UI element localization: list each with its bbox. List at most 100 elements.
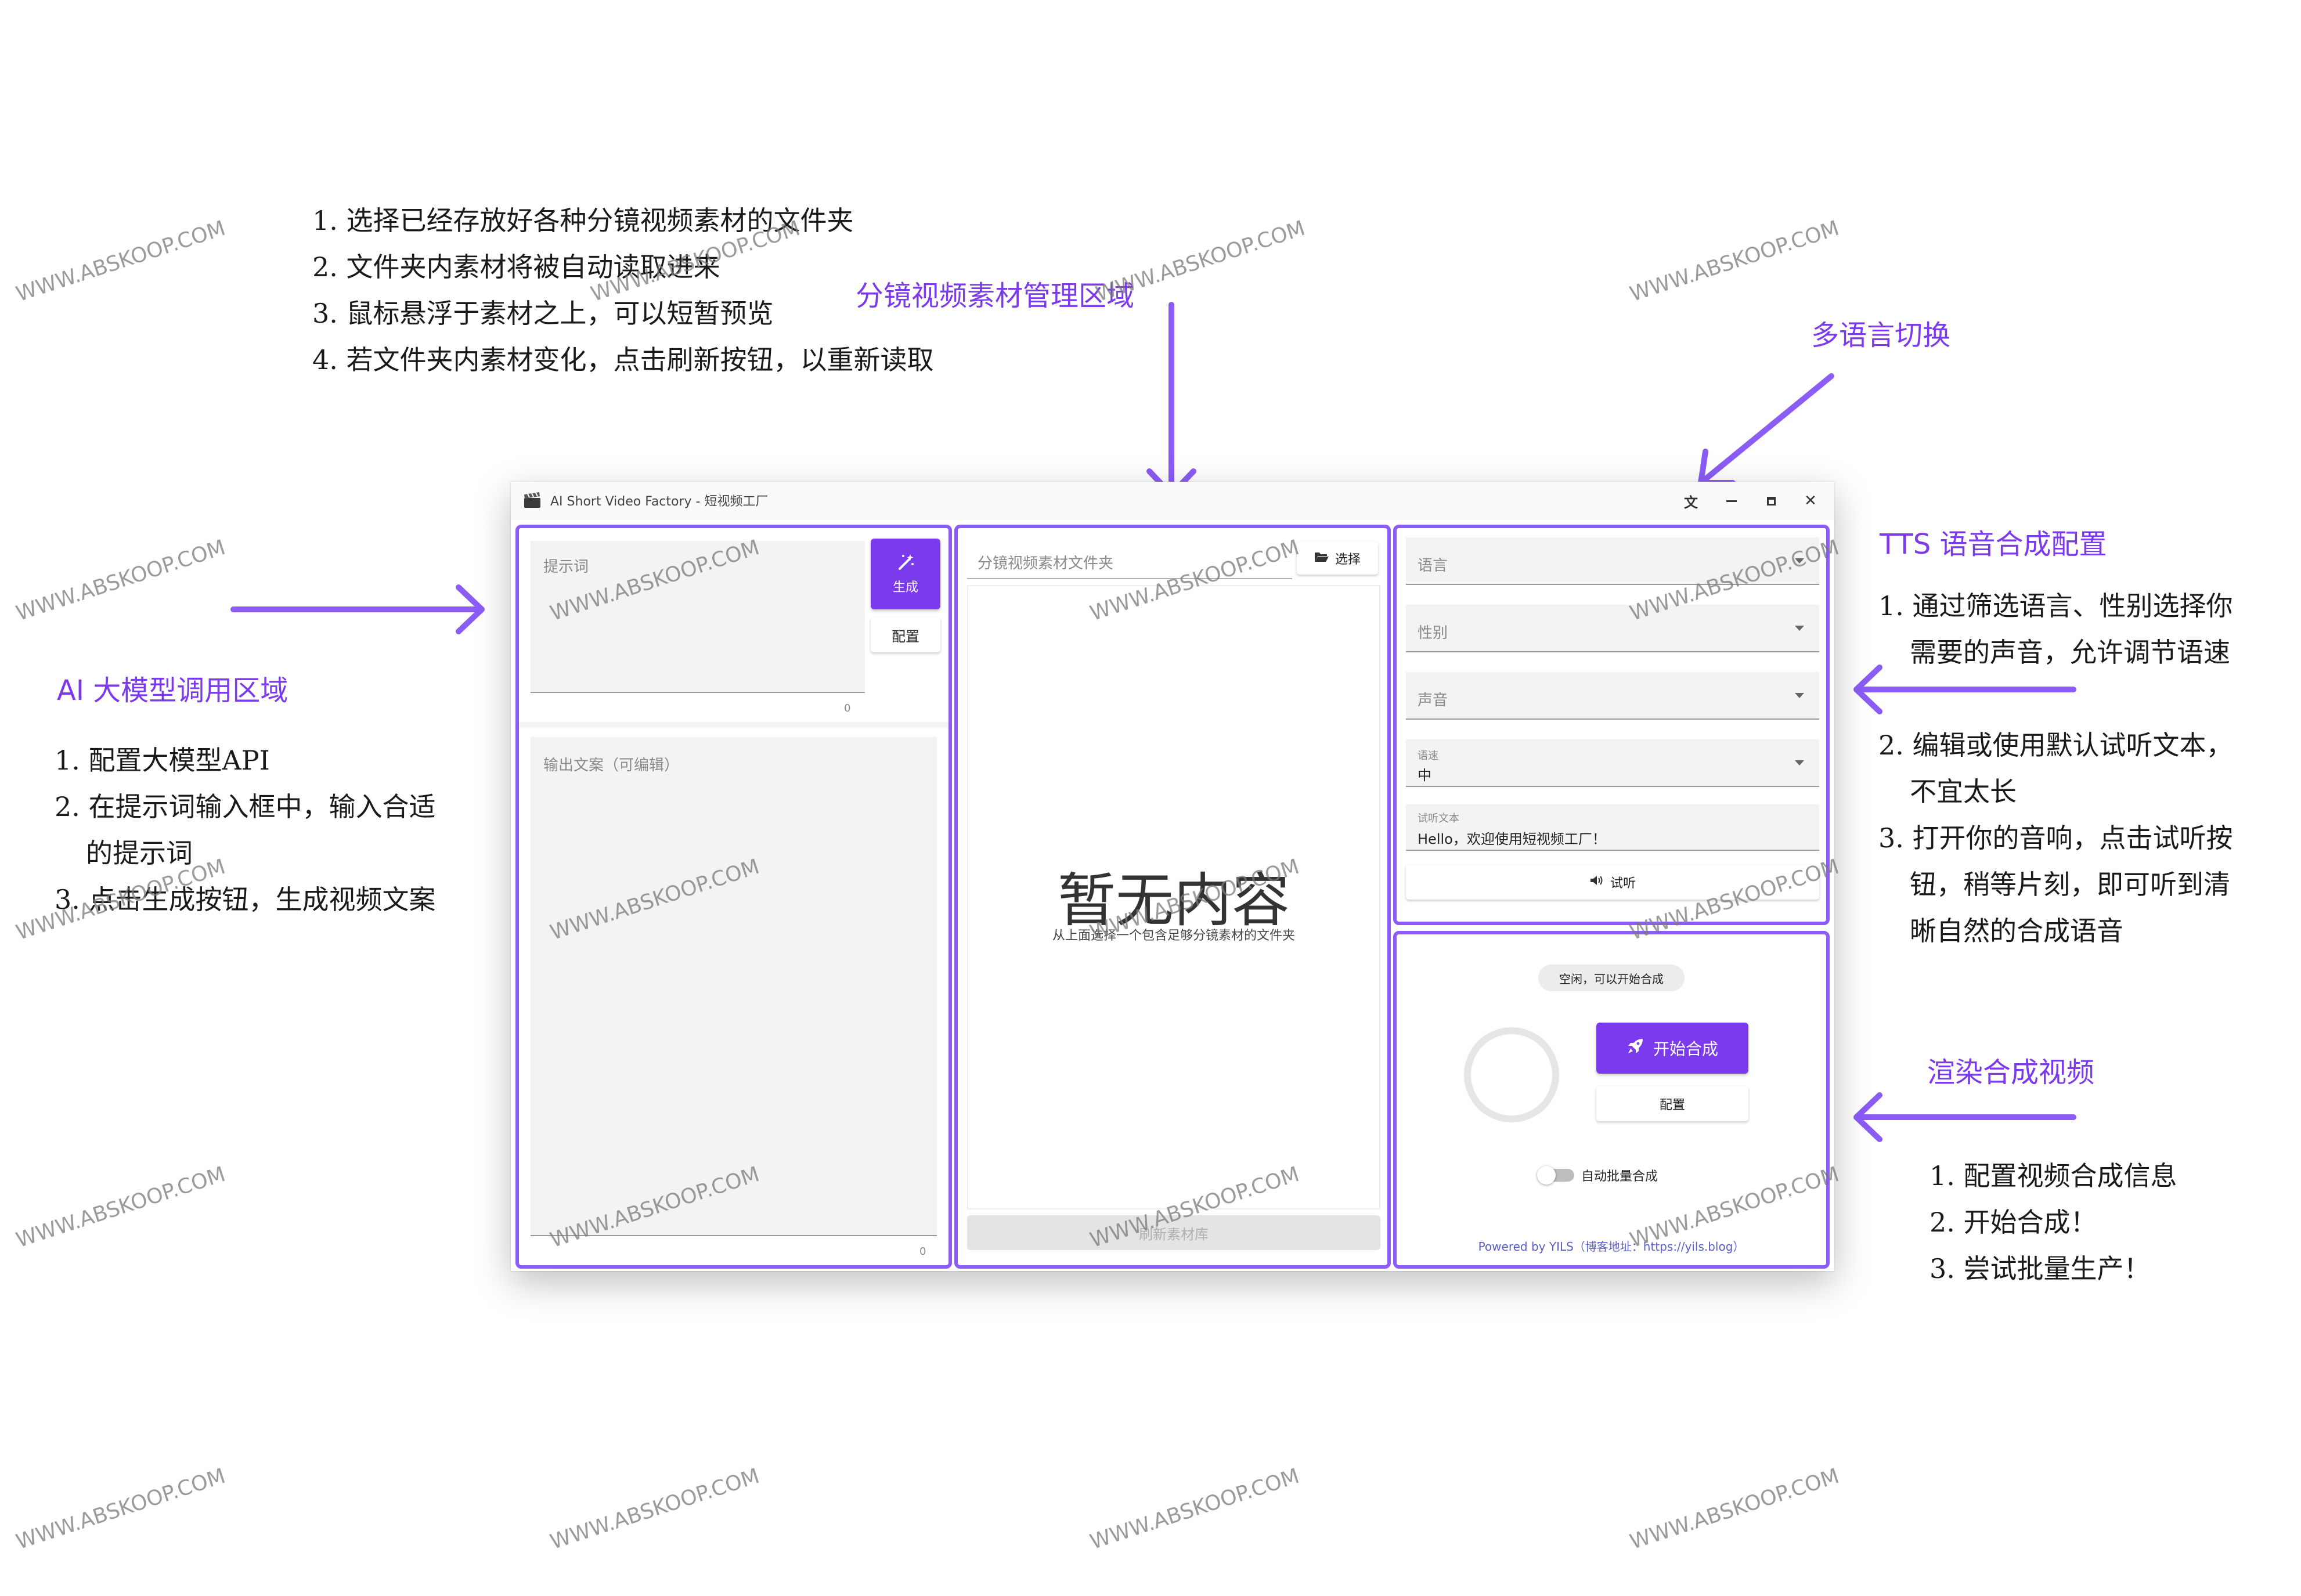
generate-label: 生成 bbox=[892, 580, 918, 595]
llm-note-3: 3. 点击生成按钮，生成视频文案 bbox=[55, 884, 436, 915]
materials-notes: 1. 选择已经存放好各种分镜视频素材的文件夹 2. 文件夹内素材将被自动读取进来… bbox=[312, 197, 934, 383]
close-icon: ✕ bbox=[1804, 492, 1817, 510]
rocket-icon bbox=[1626, 1038, 1644, 1059]
voice-select[interactable]: 声音 bbox=[1406, 672, 1819, 720]
render-note-3: 3. 尝试批量生产！ bbox=[1929, 1253, 2151, 1284]
materials-note-2: 2. 文件夹内素材将被自动读取进来 bbox=[312, 251, 720, 283]
refresh-button[interactable]: 刷新素材库 bbox=[967, 1215, 1380, 1250]
language-switch-title: 多语言切换 bbox=[1811, 319, 1951, 352]
render-note-2: 2. 开始合成！ bbox=[1929, 1207, 2097, 1238]
tts-notes: 1. 通过筛选语言、性别选择你 需要的声音，允许调节语速 2. 编辑或使用默认试… bbox=[1878, 583, 2233, 954]
materials-note-3: 3. 鼠标悬浮于素材之上，可以短暂预览 bbox=[312, 298, 774, 329]
output-textarea[interactable]: 输出文案（可编辑） bbox=[531, 737, 937, 1236]
minimize-icon bbox=[1726, 500, 1737, 502]
chevron-down-icon bbox=[1795, 626, 1804, 631]
tts-note-2: 2. 编辑或使用默认试听文本， bbox=[1878, 730, 2233, 761]
toggle-switch[interactable] bbox=[1537, 1166, 1574, 1185]
tts-note-3: 3. 打开你的音响，点击试听按 bbox=[1878, 822, 2233, 854]
llm-arrow bbox=[230, 584, 485, 634]
close-button[interactable]: ✕ bbox=[1797, 488, 1824, 514]
llm-config-button[interactable]: 配置 bbox=[871, 618, 940, 652]
prompt-input[interactable]: 提示词 bbox=[531, 541, 865, 693]
output-label: 输出文案（可编辑） bbox=[543, 757, 680, 774]
watermark-text: WWW.ABSKOOP.COM bbox=[1626, 216, 1842, 307]
auto-batch-label: 自动批量合成 bbox=[1581, 1169, 1658, 1184]
language-label: 语言 bbox=[1418, 557, 1448, 575]
watermark-text: WWW.ABSKOOP.COM bbox=[13, 1162, 229, 1253]
speaker-icon bbox=[1589, 875, 1603, 890]
render-config-button[interactable]: 配置 bbox=[1596, 1086, 1748, 1121]
llm-notes: 1. 配置大模型API 2. 在提示词输入框中，输入合适 的提示词 3. 点击生… bbox=[55, 737, 436, 923]
materials-area-title: 分镜视频素材管理区域 bbox=[856, 280, 1135, 312]
empty-subtitle: 从上面选择一个包含足够分镜素材的文件夹 bbox=[1052, 929, 1295, 943]
tts-note-3b: 钮，稍等片刻，即可听到清 bbox=[1910, 869, 2230, 900]
preview-button[interactable]: 试听 bbox=[1406, 865, 1819, 900]
materials-note-4: 4. 若文件夹内素材变化，点击刷新按钮，以重新读取 bbox=[312, 344, 934, 375]
clapperboard-icon bbox=[524, 492, 541, 508]
speed-value: 中 bbox=[1418, 767, 1431, 783]
llm-divider bbox=[519, 722, 948, 728]
render-arrow bbox=[1853, 1092, 2076, 1142]
title-bar: AI Short Video Factory - 短视频工厂 文 ✕ bbox=[511, 482, 1834, 520]
status-text: 空闲，可以开始合成 bbox=[1559, 972, 1664, 986]
folder-open-icon bbox=[1314, 551, 1329, 566]
chevron-down-icon bbox=[1795, 558, 1804, 564]
llm-panel: 提示词 0 生成 配置 输出文案（可编辑） 0 bbox=[515, 525, 952, 1269]
status-badge: 空闲，可以开始合成 bbox=[1538, 965, 1685, 991]
watermark-text: WWW.ABSKOOP.COM bbox=[1626, 1464, 1842, 1555]
llm-note-2: 2. 在提示词输入框中，输入合适 bbox=[55, 791, 436, 822]
speed-label: 语速 bbox=[1418, 750, 1438, 762]
voice-label: 声音 bbox=[1418, 692, 1448, 709]
folder-placeholder: 分镜视频素材文件夹 bbox=[978, 555, 1114, 572]
minimize-button[interactable] bbox=[1718, 488, 1745, 514]
toggle-knob bbox=[1537, 1166, 1556, 1185]
render-notes: 1. 配置视频合成信息 2. 开始合成！ 3. 尝试批量生产！ bbox=[1929, 1153, 2177, 1292]
gender-select[interactable]: 性别 bbox=[1406, 605, 1819, 652]
preview-text-value: Hello，欢迎使用短视频工厂！ bbox=[1418, 831, 1606, 847]
watermark-text: WWW.ABSKOOP.COM bbox=[13, 216, 229, 307]
watermark-text: WWW.ABSKOOP.COM bbox=[13, 535, 229, 626]
folder-input[interactable]: 分镜视频素材文件夹 bbox=[967, 539, 1292, 579]
prompt-counter: 0 bbox=[844, 702, 851, 714]
chevron-down-icon bbox=[1795, 693, 1804, 698]
start-render-button[interactable]: 开始合成 bbox=[1596, 1023, 1748, 1074]
llm-note-2b: 的提示词 bbox=[86, 837, 193, 869]
tts-note-2b: 不宜太长 bbox=[1910, 776, 2017, 807]
tts-note-3c: 晰自然的合成语音 bbox=[1910, 915, 2123, 947]
materials-arrow bbox=[1146, 302, 1196, 497]
watermark-text: WWW.ABSKOOP.COM bbox=[13, 1464, 229, 1555]
tts-area-title: TTS 语音合成配置 bbox=[1880, 528, 2107, 561]
auto-batch-toggle[interactable]: 自动批量合成 bbox=[1537, 1165, 1658, 1185]
output-counter: 0 bbox=[919, 1245, 926, 1258]
maximize-button[interactable] bbox=[1758, 488, 1784, 514]
chevron-down-icon bbox=[1795, 760, 1804, 765]
llm-note-1: 1. 配置大模型API bbox=[55, 745, 270, 776]
language-select[interactable]: 语言 bbox=[1406, 537, 1819, 585]
tts-note-1: 1. 通过筛选语言、性别选择你 bbox=[1878, 590, 2233, 622]
window-title: AI Short Video Factory - 短视频工厂 bbox=[550, 494, 769, 509]
select-label: 选择 bbox=[1335, 553, 1361, 567]
gender-label: 性别 bbox=[1418, 624, 1448, 642]
preview-text-input[interactable]: 试听文本 Hello，欢迎使用短视频工厂！ bbox=[1406, 804, 1819, 851]
generate-button[interactable]: 生成 bbox=[871, 539, 940, 609]
watermark-text: WWW.ABSKOOP.COM bbox=[1087, 1464, 1303, 1555]
translate-icon: 文 bbox=[1684, 494, 1698, 511]
progress-ring bbox=[1464, 1027, 1559, 1122]
preview-text-label: 试听文本 bbox=[1418, 813, 1459, 825]
magic-wand-icon bbox=[896, 553, 915, 573]
language-arrow bbox=[1698, 373, 1834, 486]
select-folder-button[interactable]: 选择 bbox=[1297, 542, 1378, 575]
llm-area-title: AI 大模型调用区域 bbox=[57, 674, 288, 707]
tts-panel: 语言 性别 声音 语速 中 试听文本 Hello，欢迎使用短视频工厂！ 试听 bbox=[1393, 525, 1830, 925]
render-panel: 空闲，可以开始合成 开始合成 配置 自动批量合成 Powered by YILS… bbox=[1393, 931, 1830, 1269]
app-window: AI Short Video Factory - 短视频工厂 文 ✕ 提示词 0 bbox=[511, 482, 1834, 1271]
preview-label: 试听 bbox=[1610, 876, 1636, 891]
materials-note-1: 1. 选择已经存放好各种分镜视频素材的文件夹 bbox=[312, 205, 854, 236]
refresh-label: 刷新素材库 bbox=[1139, 1226, 1209, 1243]
prompt-label: 提示词 bbox=[543, 558, 589, 576]
translate-button[interactable]: 文 bbox=[1678, 488, 1704, 514]
render-note-1: 1. 配置视频合成信息 bbox=[1929, 1160, 2177, 1191]
speed-select[interactable]: 语速 中 bbox=[1406, 739, 1819, 787]
materials-grid: 暂无内容 从上面选择一个包含足够分镜素材的文件夹 bbox=[967, 585, 1380, 1209]
maximize-icon bbox=[1766, 496, 1776, 505]
